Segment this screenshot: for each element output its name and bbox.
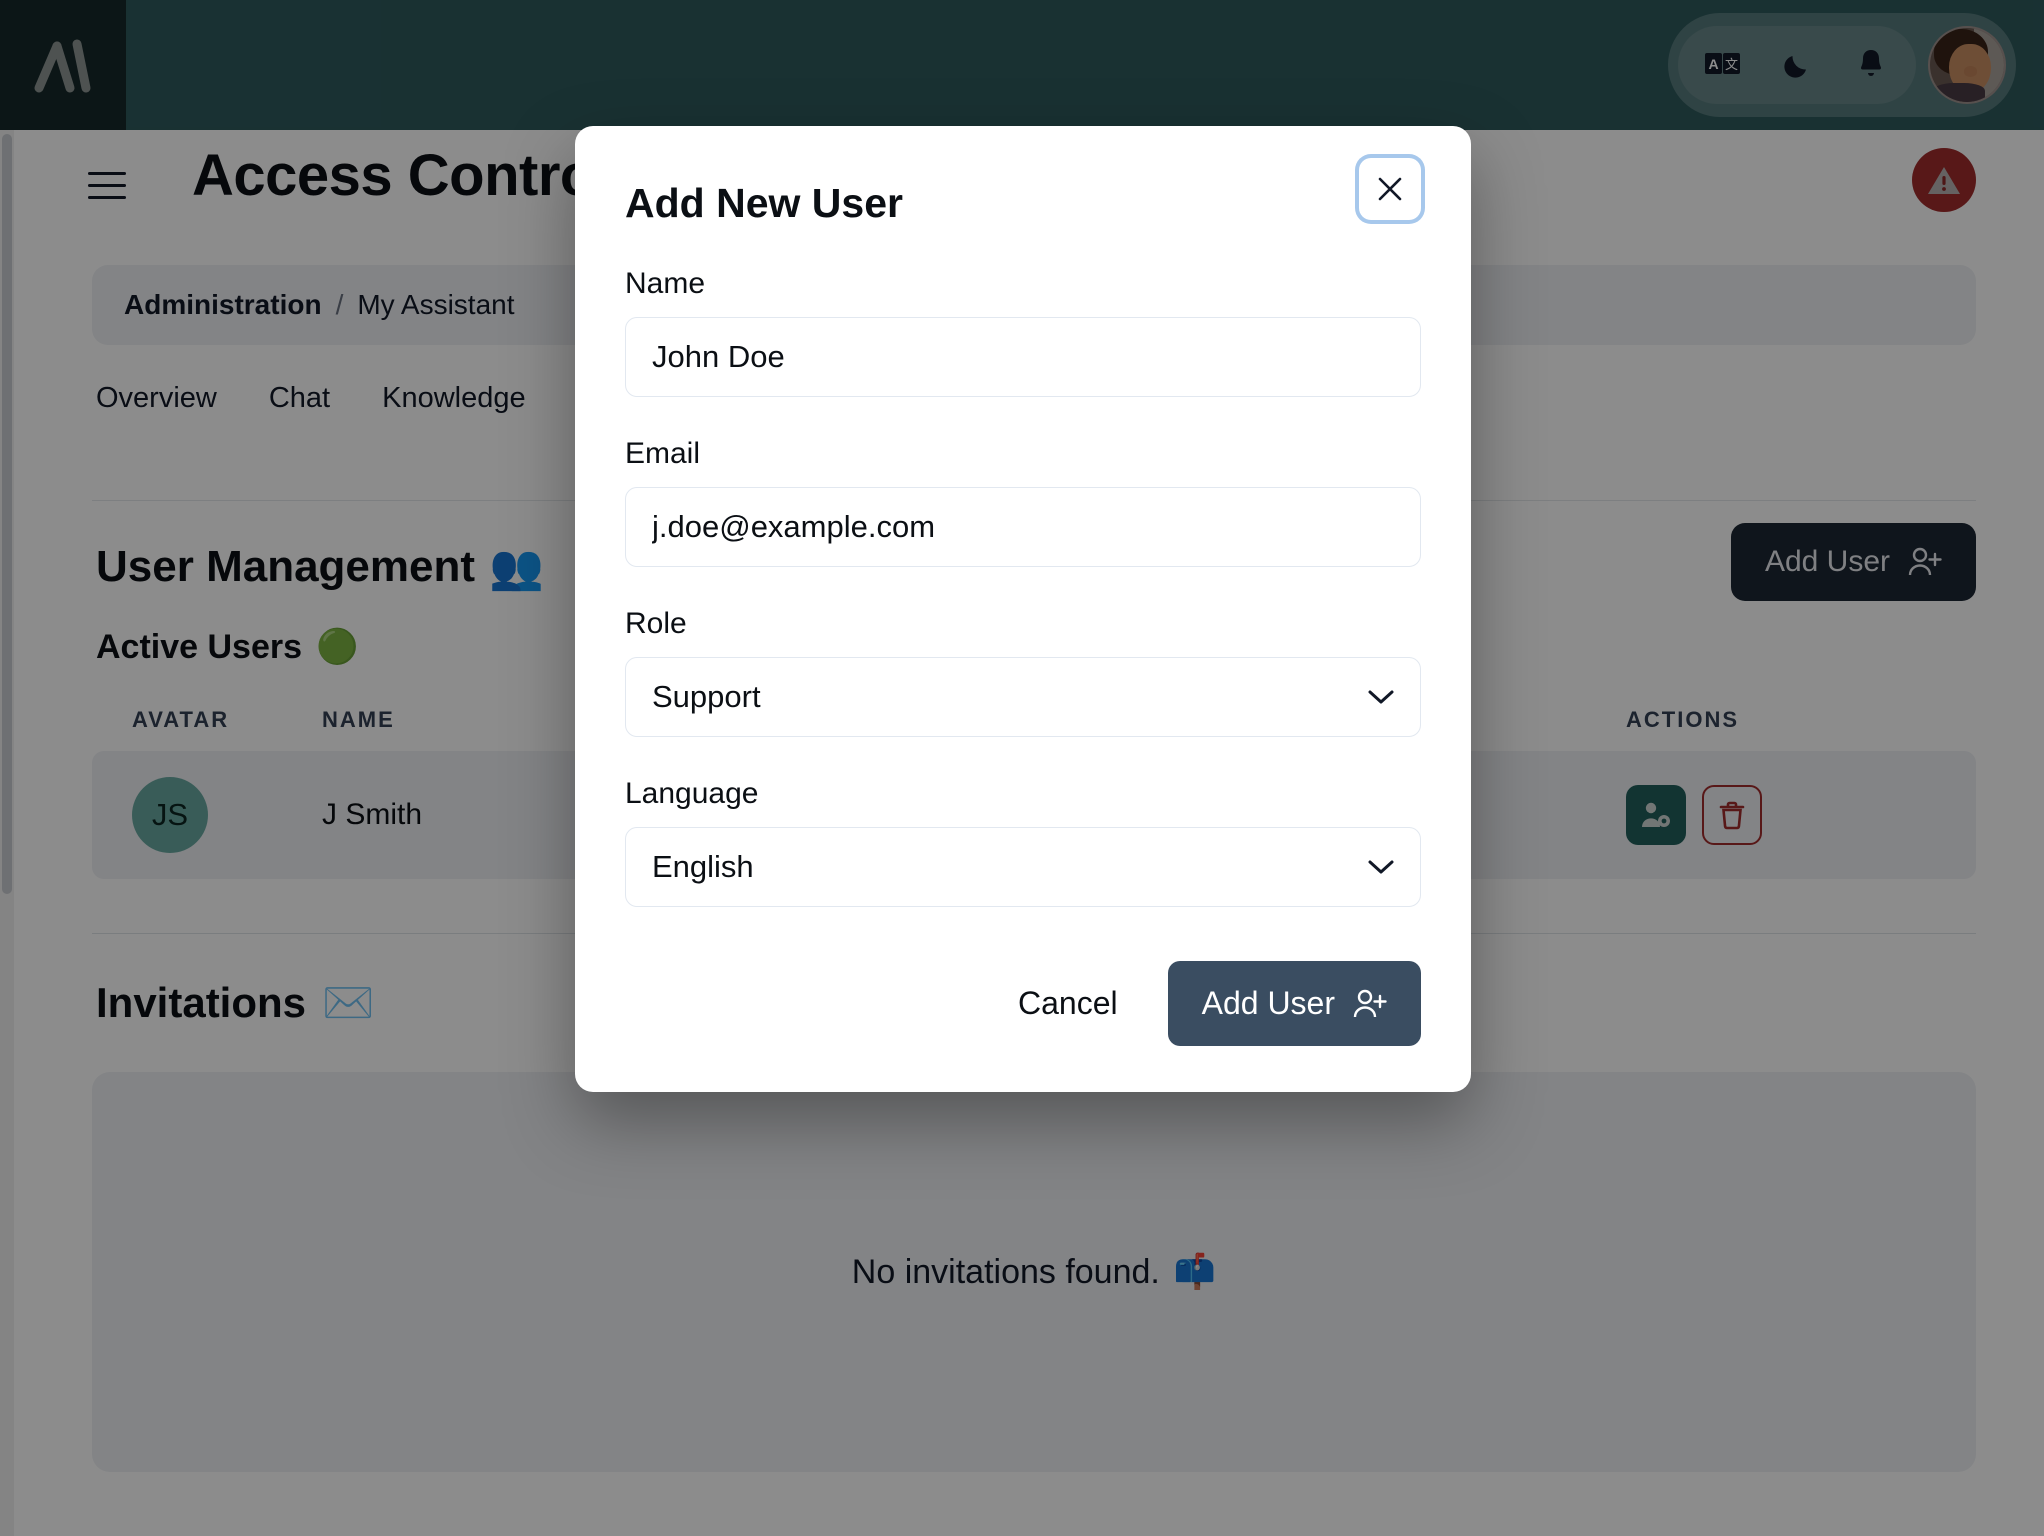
field-name: Name xyxy=(625,267,1421,397)
screen-root: A 文 xyxy=(0,0,2044,1536)
field-role: Role xyxy=(625,607,1421,737)
field-email: Email xyxy=(625,437,1421,567)
dialog-footer: Cancel Add User xyxy=(625,961,1421,1046)
user-plus-icon xyxy=(1353,988,1387,1020)
cancel-button[interactable]: Cancel xyxy=(986,963,1150,1044)
field-language: Language xyxy=(625,777,1421,907)
close-icon[interactable] xyxy=(1359,158,1421,220)
role-select-wrapper xyxy=(625,657,1421,737)
submit-add-user-button[interactable]: Add User xyxy=(1168,961,1421,1046)
name-input[interactable] xyxy=(625,317,1421,397)
language-label: Language xyxy=(625,777,1421,811)
email-label: Email xyxy=(625,437,1421,471)
role-select[interactable] xyxy=(625,657,1421,737)
language-select[interactable] xyxy=(625,827,1421,907)
language-select-wrapper xyxy=(625,827,1421,907)
submit-button-label: Add User xyxy=(1202,985,1335,1022)
dialog-title: Add New User xyxy=(625,180,1421,227)
email-input[interactable] xyxy=(625,487,1421,567)
close-x-glyph xyxy=(1375,174,1405,204)
name-label: Name xyxy=(625,267,1421,301)
add-new-user-dialog: Add New User Name Email Role Language xyxy=(575,126,1471,1092)
role-label: Role xyxy=(625,607,1421,641)
